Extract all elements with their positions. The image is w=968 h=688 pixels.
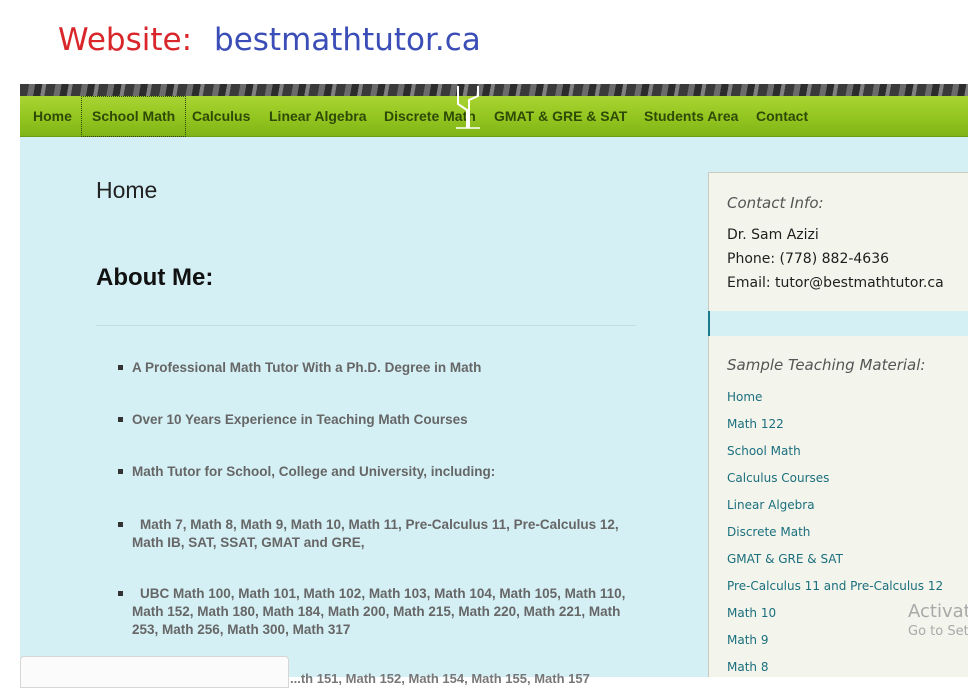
sidebar-link-gmat-gre-sat[interactable]: GMAT & GRE & SAT [727, 552, 843, 566]
nav-item-home[interactable]: Home [33, 96, 72, 137]
list-item: UBC Math 100, Math 101, Math 102, Math 1… [118, 585, 630, 639]
nav-item-contact[interactable]: Contact [756, 96, 808, 137]
list-item: Math Tutor for School, College and Unive… [118, 463, 630, 481]
sidebar-link-math-9[interactable]: Math 9 [727, 633, 768, 647]
contact-name: Dr. Sam Azizi [727, 227, 819, 243]
list-item: A Professional Math Tutor With a Ph.D. D… [118, 359, 630, 377]
sidebar-link-math-10[interactable]: Math 10 [727, 606, 776, 620]
watermark-line-1: Activat [908, 601, 968, 622]
contact-phone: Phone: (778) 882-4636 [727, 251, 890, 267]
divider [96, 325, 636, 326]
caption-label: Website: [58, 22, 193, 58]
sidebar-link-linear-algebra[interactable]: Linear Algebra [727, 498, 815, 512]
clipped-list-item: ...th 151, Math 152, Math 154, Math 155,… [290, 671, 590, 686]
list-item: Over 10 Years Experience in Teaching Mat… [118, 411, 630, 429]
text-cursor-icon [456, 86, 480, 129]
main-navigation: Home School Math Calculus Linear Algebra… [20, 96, 968, 137]
sidebar-separator [708, 311, 968, 336]
header-banner-image [20, 84, 968, 96]
teaching-material-heading: Sample Teaching Material: [727, 356, 926, 374]
nav-item-linear-algebra[interactable]: Linear Algebra [269, 96, 367, 137]
website-caption: Website: bestmathtutor.ca [58, 22, 481, 58]
watermark-line-2: Go to Set [908, 624, 968, 639]
nav-item-calculus[interactable]: Calculus [192, 96, 250, 137]
sidebar-link-math-122[interactable]: Math 122 [727, 417, 784, 431]
screenshot-root: Website: bestmathtutor.ca Home School Mat… [0, 0, 968, 688]
nav-item-students-area[interactable]: Students Area [644, 96, 738, 137]
sidebar-link-math-8[interactable]: Math 8 [727, 660, 768, 674]
sidebar-link-pre-calculus[interactable]: Pre-Calculus 11 and Pre-Calculus 12 [727, 579, 943, 593]
caption-url: bestmathtutor.ca [214, 22, 481, 58]
sidebar-link-calculus-courses[interactable]: Calculus Courses [727, 471, 829, 485]
contact-info-heading: Contact Info: [727, 194, 824, 212]
sidebar-link-discrete-math[interactable]: Discrete Math [727, 525, 810, 539]
about-heading: About Me: [96, 264, 214, 291]
nav-item-school-math[interactable]: School Math [81, 96, 187, 137]
sidebar-link-school-math[interactable]: School Math [727, 444, 801, 458]
activate-windows-watermark: Activat Go to Set [908, 601, 968, 639]
list-item: Math 7, Math 8, Math 9, Math 10, Math 11… [118, 516, 630, 552]
nav-item-gmat-gre-sat[interactable]: GMAT & GRE & SAT [494, 96, 627, 137]
contact-email: Email: tutor@bestmathtutor.ca [727, 275, 944, 291]
sidebar-link-home[interactable]: Home [727, 390, 762, 404]
page-title: Home [96, 177, 158, 203]
bottom-overlay-panel[interactable] [20, 656, 289, 688]
